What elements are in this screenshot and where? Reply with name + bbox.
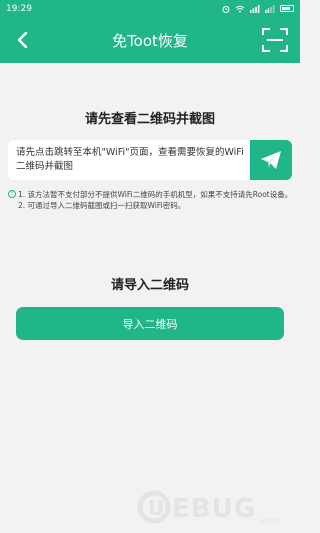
import-qr-button[interactable]: 导入二维码 bbox=[16, 307, 284, 340]
info-icon: ! bbox=[8, 190, 16, 198]
note-text: 1. 该方法暂不支付部分不提供WiFi二维码的手机机型，如果不支持请先Root设… bbox=[18, 190, 293, 199]
scan-icon bbox=[262, 28, 288, 52]
section-title-screenshot: 请先查看二维码并截图 bbox=[84, 112, 215, 127]
battery-icon bbox=[280, 5, 294, 12]
svg-text:U: U bbox=[148, 496, 164, 520]
app-bar: 免Toot恢复 bbox=[0, 17, 300, 63]
wifi-icon bbox=[235, 5, 245, 12]
status-icons bbox=[222, 4, 294, 13]
notes-list: ! 1. 该方法暂不支付部分不提供WiFi二维码的手机机型，如果不支持请先Roo… bbox=[8, 189, 294, 211]
page-title: 免Toot恢复 bbox=[112, 31, 188, 50]
jump-button[interactable] bbox=[250, 140, 292, 180]
svg-text:.com: .com bbox=[259, 516, 281, 526]
note-item: 2. 可通过导入二维码截图或扫一扫获取WiFi密码。 bbox=[8, 200, 294, 211]
status-bar: 19:29 bbox=[0, 0, 300, 17]
status-time: 19:29 bbox=[6, 3, 32, 14]
card-text: 请先点击跳转至本机"WiFi"页面，查看需要恢复的WiFi二维码并截图 bbox=[16, 147, 244, 172]
paper-plane-icon bbox=[261, 151, 281, 169]
wifi-jump-card[interactable]: 请先点击跳转至本机"WiFi"页面，查看需要恢复的WiFi二维码并截图 bbox=[8, 140, 292, 180]
signal-icon-2 bbox=[265, 4, 275, 13]
chevron-left-icon bbox=[17, 31, 28, 49]
alarm-icon bbox=[222, 5, 230, 13]
watermark-logo: U EBUG .com bbox=[137, 490, 281, 526]
signal-icon bbox=[250, 4, 260, 13]
section-title-import: 请导入二维码 bbox=[110, 278, 189, 293]
note-text: 2. 可通过导入二维码截图或扫一扫获取WiFi密码。 bbox=[18, 201, 186, 210]
scan-button[interactable] bbox=[262, 28, 288, 52]
note-item: ! 1. 该方法暂不支付部分不提供WiFi二维码的手机机型，如果不支持请先Roo… bbox=[8, 189, 294, 200]
svg-text:EBUG: EBUG bbox=[172, 494, 256, 524]
back-button[interactable] bbox=[8, 26, 36, 54]
